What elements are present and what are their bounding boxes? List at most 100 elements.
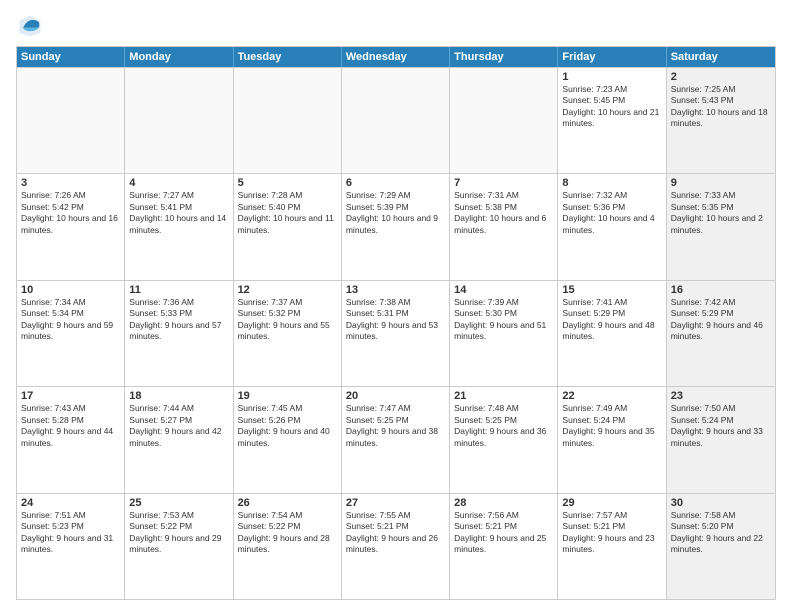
header-day-sunday: Sunday — [17, 47, 125, 67]
calendar: SundayMondayTuesdayWednesdayThursdayFrid… — [16, 46, 776, 600]
day-number: 27 — [346, 497, 445, 509]
calendar-cell: 20Sunrise: 7:47 AM Sunset: 5:25 PM Dayli… — [342, 387, 450, 492]
calendar-cell: 18Sunrise: 7:44 AM Sunset: 5:27 PM Dayli… — [125, 387, 233, 492]
calendar-cell: 9Sunrise: 7:33 AM Sunset: 5:35 PM Daylig… — [667, 174, 775, 279]
day-info: Sunrise: 7:27 AM Sunset: 5:41 PM Dayligh… — [129, 190, 228, 236]
day-info: Sunrise: 7:50 AM Sunset: 5:24 PM Dayligh… — [671, 403, 771, 449]
header-day-friday: Friday — [558, 47, 666, 67]
day-info: Sunrise: 7:25 AM Sunset: 5:43 PM Dayligh… — [671, 84, 771, 130]
header — [16, 12, 776, 40]
calendar-cell: 3Sunrise: 7:26 AM Sunset: 5:42 PM Daylig… — [17, 174, 125, 279]
calendar-cell: 28Sunrise: 7:56 AM Sunset: 5:21 PM Dayli… — [450, 494, 558, 599]
day-info: Sunrise: 7:42 AM Sunset: 5:29 PM Dayligh… — [671, 297, 771, 343]
day-number: 12 — [238, 284, 337, 296]
day-info: Sunrise: 7:44 AM Sunset: 5:27 PM Dayligh… — [129, 403, 228, 449]
calendar-header: SundayMondayTuesdayWednesdayThursdayFrid… — [17, 47, 775, 67]
day-info: Sunrise: 7:31 AM Sunset: 5:38 PM Dayligh… — [454, 190, 553, 236]
day-info: Sunrise: 7:51 AM Sunset: 5:23 PM Dayligh… — [21, 510, 120, 556]
day-info: Sunrise: 7:26 AM Sunset: 5:42 PM Dayligh… — [21, 190, 120, 236]
calendar-cell — [234, 68, 342, 173]
day-info: Sunrise: 7:45 AM Sunset: 5:26 PM Dayligh… — [238, 403, 337, 449]
header-day-wednesday: Wednesday — [342, 47, 450, 67]
day-number: 5 — [238, 177, 337, 189]
day-number: 9 — [671, 177, 771, 189]
day-number: 3 — [21, 177, 120, 189]
day-number: 23 — [671, 390, 771, 402]
calendar-cell: 13Sunrise: 7:38 AM Sunset: 5:31 PM Dayli… — [342, 281, 450, 386]
logo — [16, 12, 48, 40]
calendar-row-1: 1Sunrise: 7:23 AM Sunset: 5:45 PM Daylig… — [17, 67, 775, 173]
day-number: 28 — [454, 497, 553, 509]
day-number: 10 — [21, 284, 120, 296]
calendar-cell: 4Sunrise: 7:27 AM Sunset: 5:41 PM Daylig… — [125, 174, 233, 279]
day-info: Sunrise: 7:23 AM Sunset: 5:45 PM Dayligh… — [562, 84, 661, 130]
calendar-cell: 15Sunrise: 7:41 AM Sunset: 5:29 PM Dayli… — [558, 281, 666, 386]
header-day-monday: Monday — [125, 47, 233, 67]
calendar-cell: 11Sunrise: 7:36 AM Sunset: 5:33 PM Dayli… — [125, 281, 233, 386]
day-number: 21 — [454, 390, 553, 402]
day-info: Sunrise: 7:58 AM Sunset: 5:20 PM Dayligh… — [671, 510, 771, 556]
day-number: 25 — [129, 497, 228, 509]
calendar-cell: 27Sunrise: 7:55 AM Sunset: 5:21 PM Dayli… — [342, 494, 450, 599]
calendar-cell: 2Sunrise: 7:25 AM Sunset: 5:43 PM Daylig… — [667, 68, 775, 173]
day-info: Sunrise: 7:41 AM Sunset: 5:29 PM Dayligh… — [562, 297, 661, 343]
day-number: 18 — [129, 390, 228, 402]
calendar-cell — [125, 68, 233, 173]
header-day-saturday: Saturday — [667, 47, 775, 67]
day-info: Sunrise: 7:33 AM Sunset: 5:35 PM Dayligh… — [671, 190, 771, 236]
calendar-cell: 12Sunrise: 7:37 AM Sunset: 5:32 PM Dayli… — [234, 281, 342, 386]
day-info: Sunrise: 7:38 AM Sunset: 5:31 PM Dayligh… — [346, 297, 445, 343]
day-info: Sunrise: 7:55 AM Sunset: 5:21 PM Dayligh… — [346, 510, 445, 556]
calendar-cell — [450, 68, 558, 173]
calendar-cell: 16Sunrise: 7:42 AM Sunset: 5:29 PM Dayli… — [667, 281, 775, 386]
header-day-thursday: Thursday — [450, 47, 558, 67]
day-number: 26 — [238, 497, 337, 509]
day-number: 2 — [671, 71, 771, 83]
calendar-row-2: 3Sunrise: 7:26 AM Sunset: 5:42 PM Daylig… — [17, 173, 775, 279]
day-info: Sunrise: 7:43 AM Sunset: 5:28 PM Dayligh… — [21, 403, 120, 449]
day-number: 17 — [21, 390, 120, 402]
day-info: Sunrise: 7:28 AM Sunset: 5:40 PM Dayligh… — [238, 190, 337, 236]
day-number: 16 — [671, 284, 771, 296]
day-info: Sunrise: 7:34 AM Sunset: 5:34 PM Dayligh… — [21, 297, 120, 343]
calendar-cell: 30Sunrise: 7:58 AM Sunset: 5:20 PM Dayli… — [667, 494, 775, 599]
calendar-row-4: 17Sunrise: 7:43 AM Sunset: 5:28 PM Dayli… — [17, 386, 775, 492]
calendar-cell — [342, 68, 450, 173]
calendar-cell: 24Sunrise: 7:51 AM Sunset: 5:23 PM Dayli… — [17, 494, 125, 599]
calendar-cell: 6Sunrise: 7:29 AM Sunset: 5:39 PM Daylig… — [342, 174, 450, 279]
calendar-cell: 14Sunrise: 7:39 AM Sunset: 5:30 PM Dayli… — [450, 281, 558, 386]
day-info: Sunrise: 7:57 AM Sunset: 5:21 PM Dayligh… — [562, 510, 661, 556]
header-day-tuesday: Tuesday — [234, 47, 342, 67]
calendar-row-3: 10Sunrise: 7:34 AM Sunset: 5:34 PM Dayli… — [17, 280, 775, 386]
day-info: Sunrise: 7:53 AM Sunset: 5:22 PM Dayligh… — [129, 510, 228, 556]
day-number: 6 — [346, 177, 445, 189]
calendar-cell — [17, 68, 125, 173]
calendar-cell: 17Sunrise: 7:43 AM Sunset: 5:28 PM Dayli… — [17, 387, 125, 492]
day-info: Sunrise: 7:36 AM Sunset: 5:33 PM Dayligh… — [129, 297, 228, 343]
logo-icon — [16, 12, 44, 40]
day-number: 15 — [562, 284, 661, 296]
day-number: 29 — [562, 497, 661, 509]
day-number: 24 — [21, 497, 120, 509]
day-info: Sunrise: 7:39 AM Sunset: 5:30 PM Dayligh… — [454, 297, 553, 343]
day-number: 13 — [346, 284, 445, 296]
day-info: Sunrise: 7:56 AM Sunset: 5:21 PM Dayligh… — [454, 510, 553, 556]
day-info: Sunrise: 7:54 AM Sunset: 5:22 PM Dayligh… — [238, 510, 337, 556]
day-info: Sunrise: 7:47 AM Sunset: 5:25 PM Dayligh… — [346, 403, 445, 449]
calendar-cell: 7Sunrise: 7:31 AM Sunset: 5:38 PM Daylig… — [450, 174, 558, 279]
day-number: 8 — [562, 177, 661, 189]
day-number: 11 — [129, 284, 228, 296]
day-number: 4 — [129, 177, 228, 189]
calendar-cell: 10Sunrise: 7:34 AM Sunset: 5:34 PM Dayli… — [17, 281, 125, 386]
calendar-cell: 26Sunrise: 7:54 AM Sunset: 5:22 PM Dayli… — [234, 494, 342, 599]
day-number: 1 — [562, 71, 661, 83]
calendar-cell: 1Sunrise: 7:23 AM Sunset: 5:45 PM Daylig… — [558, 68, 666, 173]
day-info: Sunrise: 7:49 AM Sunset: 5:24 PM Dayligh… — [562, 403, 661, 449]
calendar-cell: 5Sunrise: 7:28 AM Sunset: 5:40 PM Daylig… — [234, 174, 342, 279]
day-number: 7 — [454, 177, 553, 189]
day-info: Sunrise: 7:32 AM Sunset: 5:36 PM Dayligh… — [562, 190, 661, 236]
day-info: Sunrise: 7:48 AM Sunset: 5:25 PM Dayligh… — [454, 403, 553, 449]
day-number: 20 — [346, 390, 445, 402]
calendar-cell: 22Sunrise: 7:49 AM Sunset: 5:24 PM Dayli… — [558, 387, 666, 492]
calendar-cell: 21Sunrise: 7:48 AM Sunset: 5:25 PM Dayli… — [450, 387, 558, 492]
